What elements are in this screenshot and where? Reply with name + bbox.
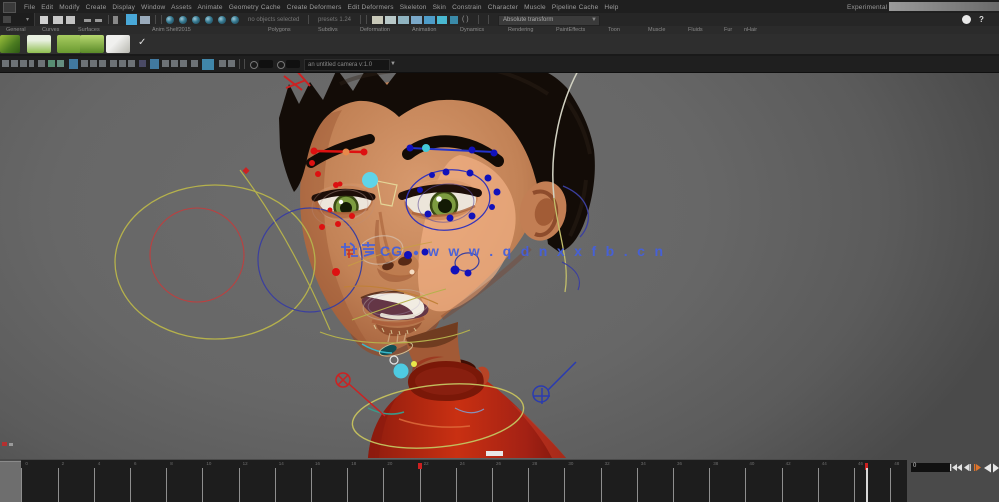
svg-text:w w w . q d n x x f b . c n: w w w . q d n x x f b . c n (427, 243, 663, 259)
svg-text:CG: CG (380, 243, 403, 259)
